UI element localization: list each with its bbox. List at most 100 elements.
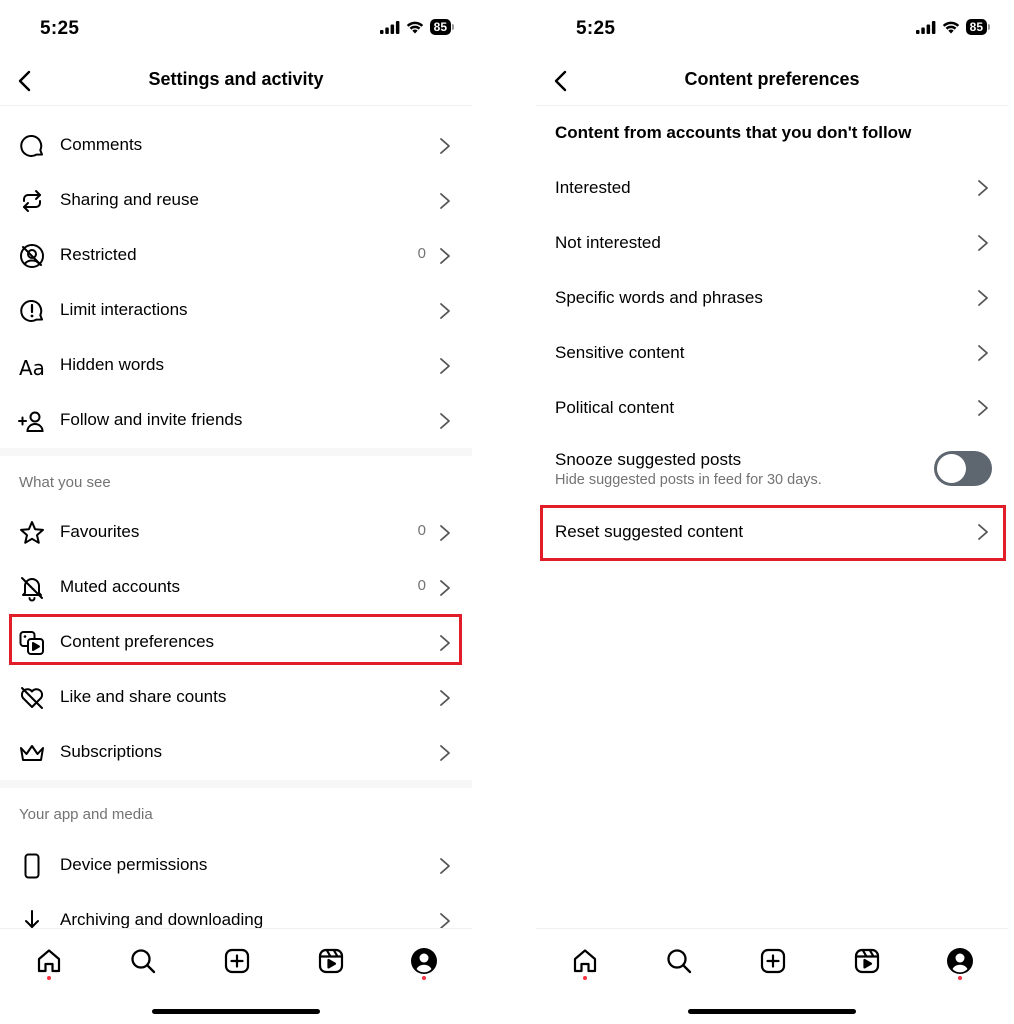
tab-home[interactable]: [29, 941, 69, 981]
count-badge: 0: [417, 522, 426, 539]
settings-item-sharing[interactable]: Sharing and reuse: [0, 173, 472, 228]
tab-reels[interactable]: [311, 941, 351, 981]
tab-search[interactable]: [659, 941, 699, 981]
pref-item-not-interested[interactable]: Not interested: [536, 216, 1008, 271]
page-title: Content preferences: [684, 69, 860, 89]
restricted-icon: [18, 242, 46, 270]
settings-item-subscriptions[interactable]: Subscriptions: [0, 725, 472, 780]
notification-dot: [422, 976, 426, 980]
pref-item-interested[interactable]: Interested: [536, 161, 1008, 216]
count-badge: 0: [417, 577, 426, 594]
limit-interactions-icon: [18, 297, 46, 325]
signal-icon: [379, 20, 400, 34]
chevron-right-icon: [440, 525, 450, 541]
chevron-right-icon: [978, 180, 988, 196]
create-icon: [760, 948, 786, 974]
wifi-icon: [406, 21, 423, 33]
sharing-icon: [18, 187, 46, 215]
home-indicator: [688, 1009, 856, 1014]
chevron-right-icon: [440, 858, 450, 874]
chevron-right-icon: [440, 690, 450, 706]
toggle-knob: [937, 454, 966, 483]
settings-item-follow-invite[interactable]: Follow and invite friends: [0, 393, 472, 448]
add-person-icon: [18, 407, 46, 435]
hidden-words-icon: Aa: [18, 352, 46, 380]
search-icon: [131, 949, 156, 974]
heart-off-icon: [18, 684, 46, 712]
settings-item-like-share-counts[interactable]: Like and share counts: [0, 670, 472, 725]
phone-icon: [18, 852, 46, 880]
settings-item-muted-accounts[interactable]: Muted accounts 0: [0, 560, 472, 615]
reels-icon: [318, 948, 344, 974]
home-icon: [573, 949, 597, 973]
settings-item-content-preferences[interactable]: Content preferences: [0, 615, 472, 670]
chevron-right-icon: [440, 580, 450, 596]
settings-item-restricted[interactable]: Restricted 0: [0, 228, 472, 283]
tab-reels[interactable]: [847, 941, 887, 981]
pref-item-specific-words[interactable]: Specific words and phrases: [536, 271, 1008, 326]
svg-text:Aa: Aa: [19, 356, 45, 380]
settings-item-limit-interactions[interactable]: Limit interactions: [0, 283, 472, 338]
chevron-right-icon: [978, 345, 988, 361]
wifi-icon: [942, 21, 959, 33]
pref-item-political-content[interactable]: Political content: [536, 381, 1008, 436]
chevron-right-icon: [978, 235, 988, 251]
tab-search[interactable]: [123, 941, 163, 981]
pref-item-sensitive-content[interactable]: Sensitive content: [536, 326, 1008, 381]
settings-item-hidden-words[interactable]: Aa Hidden words: [0, 338, 472, 393]
snooze-toggle[interactable]: [934, 451, 992, 486]
chevron-right-icon: [440, 635, 450, 651]
section-divider: [0, 448, 472, 456]
reels-icon: [854, 948, 880, 974]
tab-profile[interactable]: [940, 941, 980, 981]
snooze-subtitle: Hide suggested posts in feed for 30 days…: [555, 472, 822, 488]
chevron-right-icon: [440, 138, 450, 154]
tab-profile[interactable]: [404, 941, 444, 981]
settings-item-favourites[interactable]: Favourites 0: [0, 505, 472, 560]
section-divider: [0, 780, 472, 788]
settings-item-comments[interactable]: Comments: [0, 118, 472, 173]
status-time: 5:25: [40, 18, 80, 39]
notification-dot: [47, 976, 51, 980]
snooze-title: Snooze suggested posts: [555, 450, 742, 469]
status-bar: 5:25 85: [536, 0, 1008, 56]
chevron-right-icon: [440, 745, 450, 761]
home-icon: [37, 949, 61, 973]
nav-header: Settings and activity: [0, 56, 472, 106]
signal-icon: [915, 20, 936, 34]
section-label-what-you-see: What you see: [19, 474, 111, 491]
count-badge: 0: [417, 245, 426, 262]
section-heading: Content from accounts that you don't fol…: [555, 123, 912, 142]
status-time: 5:25: [576, 18, 616, 39]
status-bar: 5:25 85: [0, 0, 472, 56]
settings-screen: 5:25 85 Settings and activity Comments S…: [0, 0, 472, 1024]
home-indicator: [152, 1009, 320, 1014]
battery-icon: 85: [429, 19, 454, 35]
muted-bell-icon: [18, 574, 46, 602]
search-icon: [667, 949, 692, 974]
comment-icon: [18, 132, 46, 160]
profile-icon: [411, 948, 437, 974]
chevron-right-icon: [440, 358, 450, 374]
tab-home[interactable]: [565, 941, 605, 981]
notification-dot: [583, 976, 587, 980]
section-label-app-media: Your app and media: [19, 806, 153, 823]
star-icon: [18, 519, 46, 547]
content-preferences-screen: 5:25 85 Content preferences Content from…: [536, 0, 1008, 1024]
chevron-right-icon: [978, 524, 988, 540]
tab-create[interactable]: [217, 941, 257, 981]
notification-dot: [958, 976, 962, 980]
crown-icon: [18, 739, 46, 767]
nav-header: Content preferences: [536, 56, 1008, 106]
pref-item-reset-suggested[interactable]: Reset suggested content: [536, 505, 1008, 560]
chevron-right-icon: [978, 400, 988, 416]
chevron-right-icon: [440, 248, 450, 264]
chevron-right-icon: [440, 413, 450, 429]
tab-create[interactable]: [753, 941, 793, 981]
settings-item-device-permissions[interactable]: Device permissions: [0, 838, 472, 893]
battery-icon: 85: [965, 19, 990, 35]
chevron-right-icon: [440, 303, 450, 319]
chevron-right-icon: [978, 290, 988, 306]
page-title: Settings and activity: [148, 69, 324, 89]
create-icon: [224, 948, 250, 974]
